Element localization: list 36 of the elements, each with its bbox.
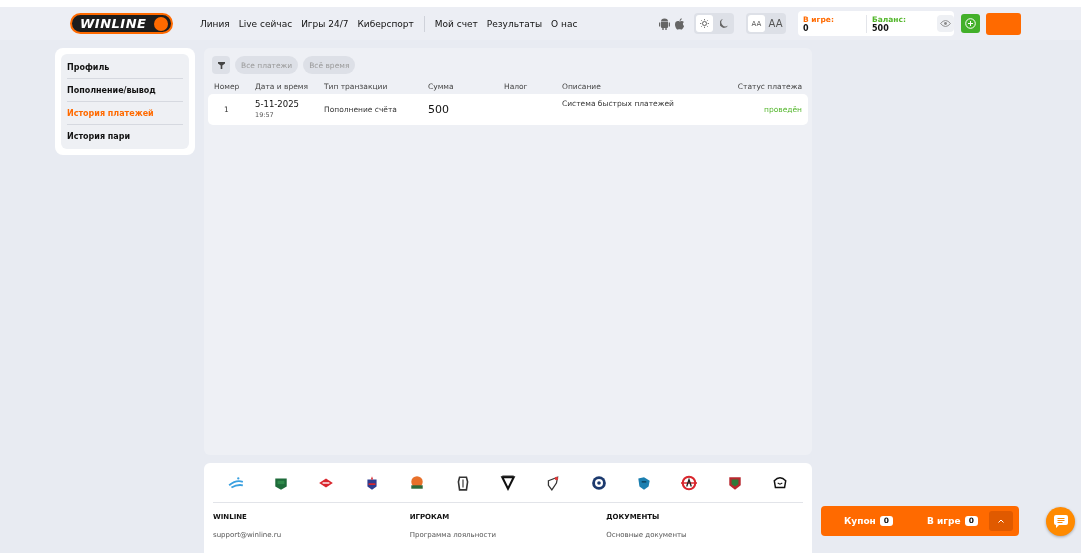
club-emblem-icon[interactable] bbox=[772, 474, 789, 491]
sun-button[interactable] bbox=[696, 15, 713, 32]
nav-link[interactable]: Игры 24/7 bbox=[301, 18, 349, 29]
sidebar-item[interactable]: Профиль bbox=[67, 56, 183, 79]
nav-link[interactable]: О нас bbox=[551, 18, 578, 29]
filter-button[interactable] bbox=[212, 56, 230, 74]
logo[interactable]: WINLINE bbox=[70, 13, 173, 34]
moon-icon bbox=[719, 19, 728, 28]
table-cell-text: 500 bbox=[428, 103, 450, 116]
apple-icon[interactable] bbox=[674, 17, 685, 30]
sidebar-item[interactable]: Пополнение/вывод bbox=[67, 79, 183, 102]
date-text: 5-11-2025 bbox=[255, 98, 300, 110]
sun-icon bbox=[700, 19, 709, 28]
eye-button[interactable] bbox=[937, 15, 954, 32]
android-icon[interactable] bbox=[659, 17, 670, 30]
in-game-amount: 0 bbox=[803, 23, 810, 33]
club-emblem-icon[interactable] bbox=[409, 474, 426, 491]
balance-amount: 500 bbox=[872, 23, 890, 33]
club-emblem-icon[interactable] bbox=[681, 474, 698, 491]
club-emblem-icon[interactable] bbox=[636, 474, 653, 491]
chat-icon bbox=[1053, 515, 1068, 528]
deposit-button[interactable] bbox=[961, 14, 980, 33]
nav-link[interactable]: Киберспорт bbox=[357, 18, 414, 29]
chevron-up-icon bbox=[998, 519, 1004, 523]
nav-link[interactable]: Live сейчас bbox=[238, 18, 293, 29]
nav-link[interactable]: Результаты bbox=[486, 18, 543, 29]
font-size-button[interactable]: AA bbox=[767, 15, 784, 32]
club-emblem-icon[interactable] bbox=[590, 474, 607, 491]
filter-icon bbox=[217, 61, 225, 69]
nav-link[interactable]: Линия bbox=[200, 18, 230, 29]
club-emblem-icon[interactable] bbox=[726, 474, 743, 491]
club-emblem-icon[interactable] bbox=[499, 474, 516, 491]
nav-link[interactable]: Мой счет bbox=[434, 18, 478, 29]
sidebar-item[interactable]: История пари bbox=[67, 125, 183, 147]
eye-icon bbox=[940, 20, 951, 27]
plus-icon bbox=[965, 18, 976, 29]
